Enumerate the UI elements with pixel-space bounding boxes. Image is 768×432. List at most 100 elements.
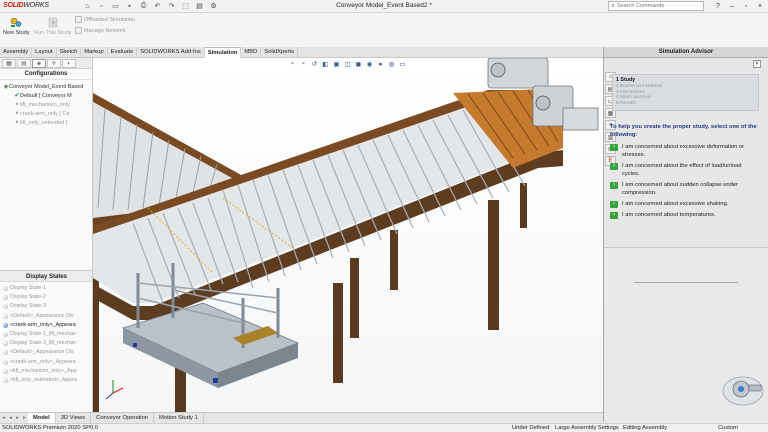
- manage-network-label: Manage Network: [84, 27, 126, 34]
- display-state-item[interactable]: Display State-3_lift_mechan: [0, 339, 92, 348]
- view-settings-icon[interactable]: ▭: [398, 60, 407, 68]
- heads-up-view-toolbar: ⌕ ⌕ ↺ ◧ ▣ ◫ ◼ ◉ ● ◍ ▭: [288, 60, 407, 68]
- command-tab[interactable]: MBD: [241, 47, 262, 58]
- view-orientation-icon[interactable]: ◫: [343, 60, 352, 68]
- model-tab[interactable]: Model: [28, 413, 56, 423]
- display-state-item[interactable]: Display State-1_lift_mechan: [0, 330, 92, 339]
- advisor-option-text: I am concerned about excessive deformati…: [622, 144, 745, 158]
- model-tabs-bar: ◂ ◂ ▸ ▸ Model 3D Views Conveyor Operation M…: [0, 412, 603, 423]
- display-state-item[interactable]: <crank-arm_only>_Appeara: [0, 321, 92, 330]
- advisor-option[interactable]: › I am concerned about the effect of load…: [610, 162, 760, 178]
- offloaded-simulation-button[interactable]: Offloaded Simulation: [75, 16, 135, 23]
- display-state-item[interactable]: <lift_only_extended>_Appea: [0, 376, 92, 385]
- rotating-model-preview-icon: [722, 376, 764, 406]
- advisor-option[interactable]: › I am concerned about sudden collapse un…: [610, 181, 760, 197]
- units-selector[interactable]: Custom: [718, 424, 738, 432]
- run-study-label: Run This Study: [34, 30, 72, 36]
- dynamic-annotation-icon[interactable]: ▣: [332, 60, 341, 68]
- advisor-option[interactable]: › I am concerned about temperatures.: [610, 211, 760, 219]
- editing-status: Editing Assembly: [623, 425, 668, 431]
- restore-icon[interactable]: ▫: [740, 1, 752, 11]
- config-label: lift_mechanism_only: [20, 102, 70, 108]
- config-tree-item[interactable]: ✔Default [ Conveyor M: [0, 92, 92, 101]
- command-tab[interactable]: Markup: [81, 47, 108, 58]
- advisor-option[interactable]: › I am concerned about excessive deformat…: [610, 143, 760, 159]
- help-icon[interactable]: ?: [712, 1, 724, 11]
- display-state-item[interactable]: <lift_mechanism_only>_App: [0, 367, 92, 376]
- zoom-area-icon[interactable]: ⌕: [299, 60, 308, 68]
- command-tab[interactable]: SOLIDWORKS Add-Ins: [137, 47, 205, 58]
- section-view-icon[interactable]: ◧: [321, 60, 330, 68]
- apply-scene-icon[interactable]: ◍: [387, 60, 396, 68]
- zoom-to-fit-icon[interactable]: ⌕: [288, 60, 297, 68]
- display-state-item[interactable]: Display State-3: [0, 302, 92, 311]
- graphics-viewport[interactable]: ⌕ ⌕ ↺ ◧ ▣ ◫ ◼ ◉ ● ◍ ▭: [93, 58, 603, 412]
- new-study-label: New Study: [3, 30, 30, 36]
- model-tab[interactable]: Conveyor Operation: [91, 413, 155, 423]
- search-commands[interactable]: ⌕: [608, 1, 704, 11]
- property-manager-tab-icon[interactable]: ▤: [17, 59, 31, 68]
- feature-manager-tab-icon[interactable]: ▦: [2, 59, 16, 68]
- advisor-option-text: I am concerned about sudden collapse und…: [622, 182, 739, 196]
- definition-status: Under Defined: [512, 425, 550, 431]
- advisor-divider: [634, 282, 738, 283]
- configuration-manager-panel: ▦ ▤ ◈ ✛ ◐ Configurations ◈Conveyor Model…: [0, 58, 93, 412]
- version-text: SOLIDWORKS Premium 2020 SP0.0: [2, 425, 99, 431]
- config-tree-item[interactable]: ⚬lift_mechanism_only: [0, 101, 92, 110]
- command-tab[interactable]: Layout: [32, 47, 57, 58]
- panel-tabs: ▦ ▤ ◈ ✛ ◐: [0, 58, 92, 69]
- configuration-tree: ◈Conveyor Model_Event Based ✔Default [ Co…: [0, 80, 92, 128]
- model-tab[interactable]: Motion Study 1: [154, 413, 204, 423]
- next-tab-icon[interactable]: ▸: [14, 413, 21, 423]
- search-icon: ⌕: [611, 2, 615, 9]
- command-tab[interactable]: Sketch: [57, 47, 82, 58]
- command-tab[interactable]: SolidXperts: [261, 47, 298, 58]
- advisor-option-text: I am concerned about the effect of load/…: [622, 163, 742, 177]
- command-tab[interactable]: Simulation: [204, 47, 242, 58]
- display-state-item[interactable]: <Default>_Appearance Dis: [0, 348, 92, 357]
- previous-view-icon[interactable]: ↺: [310, 60, 319, 68]
- first-tab-icon[interactable]: ◂: [0, 413, 7, 423]
- hide-show-icon[interactable]: ◉: [365, 60, 374, 68]
- simulation-advisor-panel: Simulation Advisor × ⌂ ▤ ▭ ▦ ◕ ▥ ⚙ E 1 S…: [603, 47, 768, 422]
- display-states-title: Display States: [0, 270, 92, 282]
- advisor-steps: 1 Study 2 Bodies and Material 3 Interactio…: [612, 74, 759, 111]
- advisor-body: To help you create the proper study, sel…: [610, 123, 760, 222]
- advisor-close-icon[interactable]: ×: [753, 60, 761, 68]
- display-states-list: Display State-1 Display State-2 Display St…: [0, 284, 92, 385]
- config-root-item[interactable]: ◈Conveyor Model_Event Based: [0, 83, 92, 92]
- config-tree-item[interactable]: ⚬lift_only_extended [: [0, 119, 92, 128]
- search-input[interactable]: [617, 3, 693, 9]
- display-style-icon[interactable]: ◼: [354, 60, 363, 68]
- status-bar: SOLIDWORKS Premium 2020 SP0.0 Under Defi…: [0, 423, 768, 432]
- config-tree-item[interactable]: ⚬crank-arm_only [ Co: [0, 110, 92, 119]
- run-study-icon: [48, 17, 58, 28]
- advisor-option[interactable]: › I am concerned about excessive shaking.: [610, 200, 760, 208]
- display-state-item[interactable]: <Default>_Appearance Dis: [0, 312, 92, 321]
- new-study-button[interactable]: New Study: [3, 16, 30, 36]
- display-state-item[interactable]: Display State-1: [0, 284, 92, 293]
- last-tab-icon[interactable]: ▸: [21, 413, 28, 423]
- dimxpert-tab-icon[interactable]: ✛: [47, 59, 61, 68]
- configurations-title: Configurations: [0, 69, 92, 80]
- advisor-step[interactable]: 5 Results: [616, 101, 755, 107]
- green-arrow-icon: ›: [610, 212, 618, 219]
- command-tab[interactable]: Evaluate: [108, 47, 138, 58]
- offloaded-simulation-label: Offloaded Simulation: [84, 16, 135, 23]
- prev-tab-icon[interactable]: ◂: [7, 413, 14, 423]
- run-study-button[interactable]: Run This Study: [34, 16, 72, 36]
- display-state-item[interactable]: Display State-2: [0, 293, 92, 302]
- edit-appearance-icon[interactable]: ●: [376, 60, 385, 68]
- display-manager-tab-icon[interactable]: ◐: [62, 59, 76, 68]
- green-arrow-icon: ›: [610, 182, 618, 189]
- configuration-manager-tab-icon[interactable]: ◈: [32, 59, 46, 68]
- manage-network-button[interactable]: Manage Network: [75, 27, 126, 34]
- model-tab[interactable]: 3D Views: [56, 413, 92, 423]
- display-state-item[interactable]: <crank-arm_only>_Appeara: [0, 358, 92, 367]
- close-icon[interactable]: ×: [754, 1, 766, 11]
- advisor-intro-text: To help you create the proper study, sel…: [610, 124, 757, 138]
- command-tab[interactable]: Assembly: [0, 47, 33, 58]
- minimize-icon[interactable]: –: [726, 1, 738, 11]
- advisor-option-text: I am concerned about excessive shaking.: [622, 201, 729, 207]
- large-assembly-settings[interactable]: Large Assembly Settings: [555, 424, 619, 432]
